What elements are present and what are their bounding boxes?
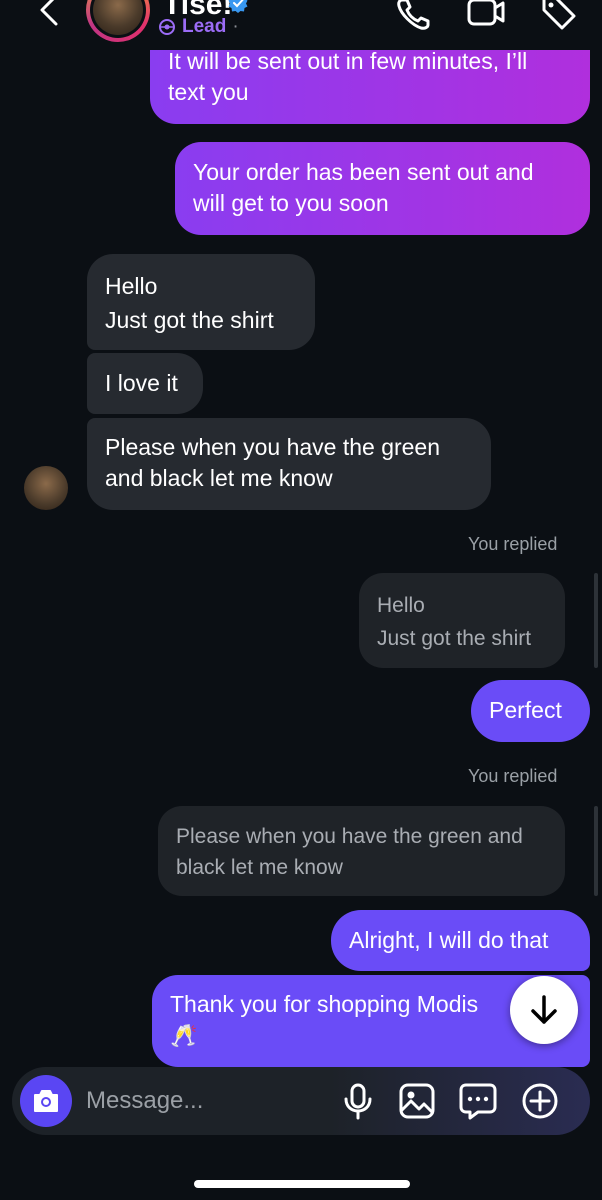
incoming-message[interactable]: I love it: [87, 353, 203, 414]
message-line: will get to you soon: [193, 190, 389, 216]
verified-badge-icon: [228, 0, 248, 13]
home-indicator: [194, 1180, 410, 1188]
image-icon[interactable]: [397, 1081, 437, 1121]
phone-icon[interactable]: [394, 0, 434, 34]
tag-icon[interactable]: [540, 0, 580, 34]
outgoing-message[interactable]: Perfect: [471, 680, 590, 742]
quoted-message[interactable]: Hello Just got the shirt: [359, 573, 565, 668]
plus-circle-icon[interactable]: [520, 1081, 560, 1121]
message-line: It will be sent out in few minutes, I’ll: [168, 48, 528, 74]
replied-label: You replied: [468, 534, 558, 554]
message-line: Just got the shirt: [105, 307, 274, 333]
incoming-message[interactable]: Please when you have the green and black…: [87, 418, 491, 510]
reply-indicator: [594, 573, 598, 668]
chat-bubble-icon[interactable]: [458, 1081, 498, 1121]
reply-indicator: [594, 806, 598, 896]
message-line: Please when you have the green: [105, 434, 441, 460]
outgoing-message[interactable]: It will be sent out in few minutes, I’ll…: [150, 38, 590, 124]
quote-line: Hello: [377, 594, 425, 617]
quote-line: black let me know: [176, 856, 343, 879]
incoming-message[interactable]: Hello Just got the shirt: [87, 254, 315, 350]
quote-line: Just got the shirt: [377, 627, 532, 650]
emoji: 🥂: [170, 1023, 198, 1048]
avatar[interactable]: [86, 0, 150, 42]
quoted-message[interactable]: Please when you have the green and black…: [158, 806, 565, 896]
chevron-left-icon[interactable]: [30, 0, 70, 32]
sender-avatar[interactable]: [24, 466, 68, 510]
message-line: Alright, I will do that: [349, 927, 549, 953]
message-line: and black let me know: [105, 465, 333, 491]
replied-label: You replied: [468, 766, 558, 786]
quote-line: Please when you have the green and: [176, 825, 523, 848]
chat-header: Tise! Lead ·: [0, 0, 602, 50]
camera-button[interactable]: [20, 1075, 72, 1127]
outgoing-message[interactable]: Alright, I will do that: [331, 910, 590, 971]
scroll-to-bottom-button[interactable]: [510, 976, 578, 1044]
lead-suffix: ·: [232, 16, 239, 37]
microphone-icon[interactable]: [338, 1081, 378, 1121]
lead-label[interactable]: Lead ·: [158, 16, 239, 38]
lead-text: Lead: [182, 16, 227, 37]
message-input[interactable]: [86, 1079, 326, 1123]
outgoing-message[interactable]: Your order has been sent out and will ge…: [175, 142, 590, 235]
message-line: text you: [168, 79, 249, 105]
lead-tag-icon: [159, 19, 175, 35]
video-camera-icon[interactable]: [466, 0, 506, 34]
message-line: Hello: [105, 273, 158, 299]
message-line: Perfect: [489, 697, 562, 723]
camera-icon: [34, 1090, 58, 1112]
message-line: I love it: [105, 370, 178, 396]
message-composer: [12, 1067, 590, 1135]
message-line: Your order has been sent out and: [193, 159, 534, 185]
arrow-down-icon: [531, 995, 557, 1024]
